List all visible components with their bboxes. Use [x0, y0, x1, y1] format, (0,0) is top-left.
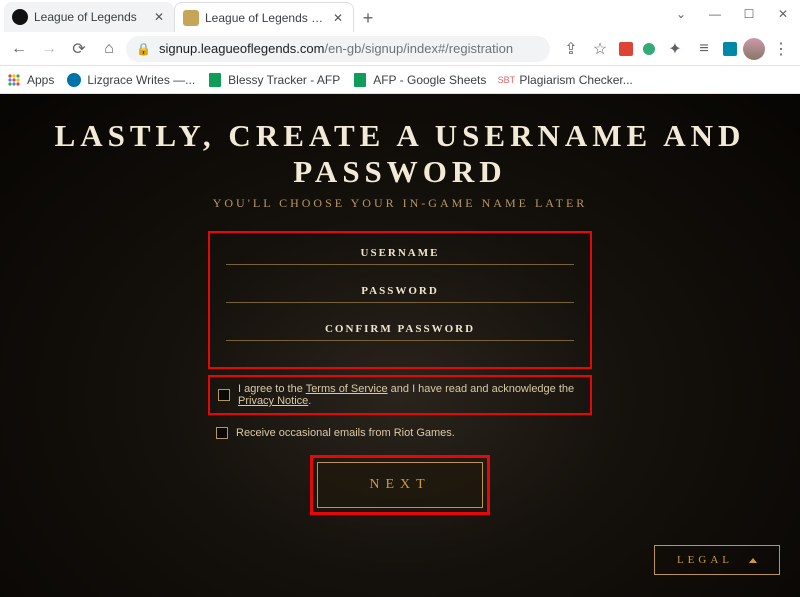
- input-underline: [226, 263, 574, 265]
- extension-icon[interactable]: [720, 39, 740, 59]
- chevron-up-icon: [749, 558, 757, 563]
- tos-checkbox[interactable]: [218, 389, 230, 401]
- tab-title: League of Legends: [34, 10, 146, 24]
- legal-label: LEGAL: [677, 554, 733, 566]
- emails-label: Receive occasional emails from Riot Game…: [236, 427, 455, 439]
- profile-avatar[interactable]: [743, 38, 765, 60]
- minimize-button[interactable]: —: [698, 0, 732, 28]
- signup-form-highlight: USERNAME PASSWORD CONFIRM PASSWORD: [208, 231, 592, 369]
- bookmark-label: Lizgrace Writes —...: [87, 73, 195, 87]
- share-icon[interactable]: ⇪: [558, 36, 584, 62]
- tos-text: I agree to the Terms of Service and I ha…: [238, 383, 582, 407]
- home-button[interactable]: ⌂: [96, 36, 122, 62]
- bookmark-item[interactable]: AFP - Google Sheets: [352, 72, 486, 88]
- address-bar[interactable]: 🔒 signup.leagueoflegends.com/en-gb/signu…: [126, 36, 550, 62]
- title-bar: League of Legends ✕ League of Legends Si…: [0, 0, 800, 32]
- bookmark-label: Apps: [27, 73, 54, 87]
- page-subtitle: YOU'LL CHOOSE YOUR IN-GAME NAME LATER: [0, 196, 800, 231]
- next-button-highlight: NEXT: [310, 455, 490, 515]
- confirm-password-label: CONFIRM PASSWORD: [226, 323, 574, 335]
- input-underline: [226, 339, 574, 341]
- tab-favicon: [183, 10, 199, 26]
- username-label: USERNAME: [226, 247, 574, 259]
- back-button[interactable]: ←: [6, 36, 32, 62]
- bookmark-item[interactable]: Blessy Tracker - AFP: [207, 72, 340, 88]
- toolbar-right: ⇪ ☆ ✦ ≡ ⋮: [554, 36, 794, 62]
- page-content: LASTLY, CREATE A USERNAME AND PASSWORD Y…: [0, 94, 800, 597]
- lock-icon: 🔒: [136, 42, 151, 56]
- tab-inactive[interactable]: League of Legends ✕: [4, 2, 174, 32]
- bookmarks-bar: Apps Lizgrace Writes —... Blessy Tracker…: [0, 66, 800, 94]
- tos-link[interactable]: Terms of Service: [306, 383, 388, 395]
- bookmark-item[interactable]: SBT Plagiarism Checker...: [498, 72, 632, 88]
- url-text: signup.leagueoflegends.com/en-gb/signup/…: [159, 41, 513, 56]
- maximize-button[interactable]: ☐: [732, 0, 766, 28]
- tab-strip: League of Legends ✕ League of Legends Si…: [0, 0, 382, 32]
- privacy-link[interactable]: Privacy Notice: [238, 395, 308, 407]
- extension-icon[interactable]: [616, 39, 636, 59]
- emails-checkbox[interactable]: [216, 427, 228, 439]
- bookmark-label: Blessy Tracker - AFP: [228, 73, 340, 87]
- input-underline: [226, 301, 574, 303]
- chevron-down-icon[interactable]: ⌄: [664, 0, 698, 28]
- extensions-puzzle-icon[interactable]: ✦: [662, 36, 688, 62]
- url-path: /en-gb/signup/index#/registration: [324, 41, 513, 56]
- sheets-icon: [207, 72, 223, 88]
- page-title: LASTLY, CREATE A USERNAME AND PASSWORD: [0, 94, 800, 196]
- bookmark-label: Plagiarism Checker...: [519, 73, 632, 87]
- reload-button[interactable]: ⟳: [66, 36, 92, 62]
- reading-list-icon[interactable]: ≡: [691, 36, 717, 62]
- tab-active[interactable]: League of Legends Sign Up | EU… ✕: [174, 2, 354, 32]
- close-icon[interactable]: ✕: [152, 10, 166, 24]
- apps-grid-icon: [6, 72, 22, 88]
- menu-dots-icon[interactable]: ⋮: [768, 36, 794, 62]
- legal-button[interactable]: LEGAL: [654, 545, 780, 575]
- username-field[interactable]: USERNAME: [226, 247, 574, 265]
- tos-row-highlight: I agree to the Terms of Service and I ha…: [208, 375, 592, 415]
- bookmark-star-icon[interactable]: ☆: [587, 36, 613, 62]
- site-icon: SBT: [498, 72, 514, 88]
- toolbar: ← → ⟳ ⌂ 🔒 signup.leagueoflegends.com/en-…: [0, 32, 800, 66]
- password-label: PASSWORD: [226, 285, 574, 297]
- sheets-icon: [352, 72, 368, 88]
- new-tab-button[interactable]: +: [354, 4, 382, 32]
- wordpress-icon: [66, 72, 82, 88]
- bookmark-item[interactable]: Lizgrace Writes —...: [66, 72, 195, 88]
- url-host: signup.leagueoflegends.com: [159, 41, 325, 56]
- apps-shortcut[interactable]: Apps: [6, 72, 54, 88]
- bookmark-label: AFP - Google Sheets: [373, 73, 486, 87]
- close-icon[interactable]: ✕: [331, 11, 345, 25]
- close-window-button[interactable]: ✕: [766, 0, 800, 28]
- tab-favicon: [12, 9, 28, 25]
- extension-icon[interactable]: [639, 39, 659, 59]
- window-controls: ⌄ — ☐ ✕: [664, 0, 800, 28]
- password-field[interactable]: PASSWORD: [226, 285, 574, 303]
- tab-title: League of Legends Sign Up | EU…: [205, 11, 325, 25]
- emails-row: Receive occasional emails from Riot Game…: [208, 421, 592, 445]
- forward-button: →: [36, 36, 62, 62]
- confirm-password-field[interactable]: CONFIRM PASSWORD: [226, 323, 574, 341]
- next-button[interactable]: NEXT: [317, 462, 483, 508]
